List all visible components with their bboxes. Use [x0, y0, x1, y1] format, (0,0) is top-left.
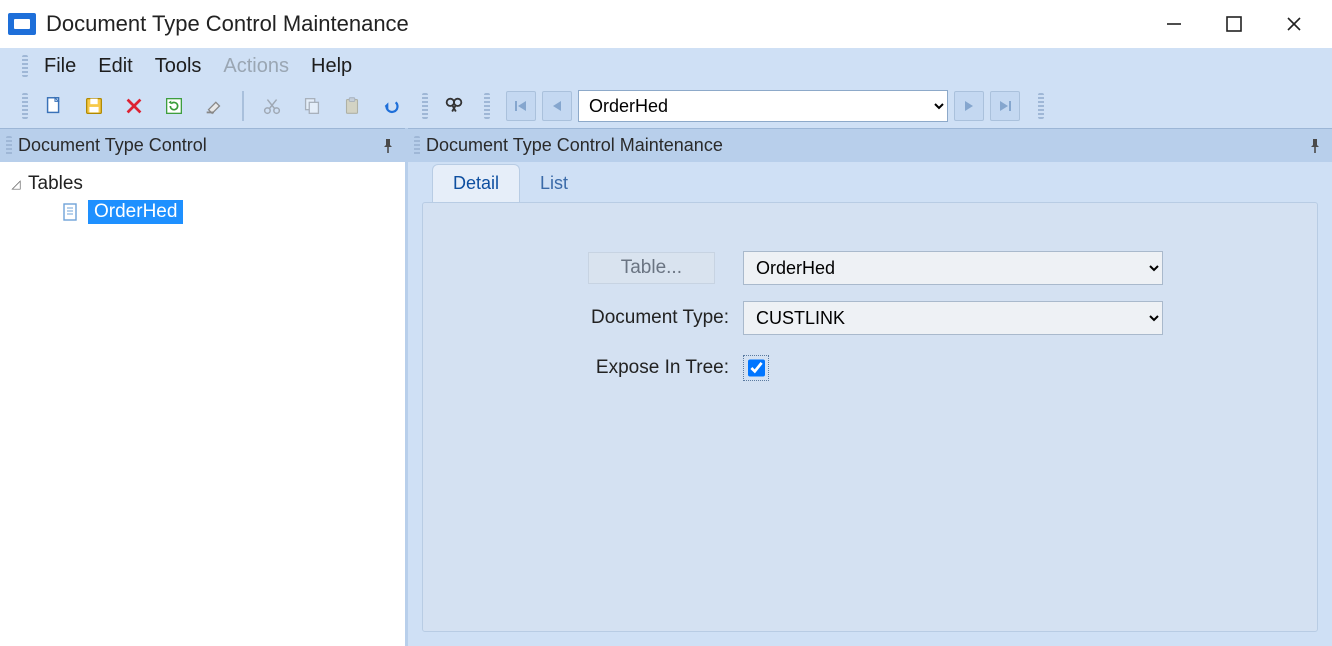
- pin-icon[interactable]: [1306, 137, 1324, 155]
- minimize-button[interactable]: [1144, 4, 1204, 44]
- toolbar-sep-1: [242, 91, 244, 121]
- titlebar: Document Type Control Maintenance: [0, 0, 1332, 48]
- refresh-button[interactable]: [158, 90, 190, 122]
- detail-form: Table... OrderHed Document Type: CUSTLIN…: [422, 202, 1318, 632]
- delete-button[interactable]: [118, 90, 150, 122]
- toolbar-grip-2: [422, 93, 428, 119]
- nav-first-button[interactable]: [506, 91, 536, 121]
- tab-list[interactable]: List: [520, 165, 588, 202]
- expose-in-tree-checkbox[interactable]: [748, 357, 765, 379]
- toolbar-grip-3: [484, 93, 490, 119]
- document-type-label: Document Type:: [453, 307, 743, 329]
- close-button[interactable]: [1264, 4, 1324, 44]
- search-button[interactable]: [438, 90, 470, 122]
- menu-help[interactable]: Help: [309, 53, 354, 80]
- tree-item-label: OrderHed: [88, 200, 183, 224]
- nav-last-button[interactable]: [990, 91, 1020, 121]
- tree-view[interactable]: ◿ Tables OrderHed: [0, 162, 405, 646]
- menu-tools[interactable]: Tools: [153, 53, 204, 80]
- undo-button[interactable]: [376, 90, 408, 122]
- clear-button[interactable]: [198, 90, 230, 122]
- menu-file[interactable]: File: [42, 53, 78, 80]
- menu-edit[interactable]: Edit: [96, 53, 134, 80]
- toolbar: OrderHed: [0, 84, 1332, 128]
- maximize-button[interactable]: [1204, 4, 1264, 44]
- expand-icon[interactable]: ◿: [10, 177, 22, 191]
- right-pane-header: Document Type Control Maintenance: [408, 128, 1332, 162]
- expose-in-tree-wrap: [743, 355, 769, 381]
- toolbar-grip-4: [1038, 93, 1044, 119]
- nav-prev-button[interactable]: [542, 91, 572, 121]
- document-type-select[interactable]: CUSTLINK: [743, 301, 1163, 335]
- nav-next-button[interactable]: [954, 91, 984, 121]
- cut-button[interactable]: [256, 90, 288, 122]
- tree-root[interactable]: ◿ Tables: [10, 170, 395, 198]
- left-pane: Document Type Control ◿ Tables OrderHed: [0, 128, 408, 646]
- nav-record-select[interactable]: OrderHed: [578, 90, 948, 122]
- menu-actions[interactable]: Actions: [221, 53, 291, 80]
- new-button[interactable]: [38, 90, 70, 122]
- toolbar-grip: [22, 93, 28, 119]
- pane-grip-icon: [414, 136, 420, 156]
- tabstrip: Detail List: [422, 162, 1318, 202]
- pane-grip-icon: [6, 136, 12, 156]
- table-lookup-button[interactable]: Table...: [588, 252, 715, 284]
- tree-item-orderhed[interactable]: OrderHed: [10, 198, 395, 226]
- paste-button[interactable]: [336, 90, 368, 122]
- left-pane-title: Document Type Control: [18, 135, 207, 156]
- right-pane-title: Document Type Control Maintenance: [426, 135, 723, 156]
- menubar-grip: [22, 55, 28, 77]
- window-title: Document Type Control Maintenance: [46, 11, 409, 37]
- save-button[interactable]: [78, 90, 110, 122]
- pin-icon[interactable]: [379, 137, 397, 155]
- table-select[interactable]: OrderHed: [743, 251, 1163, 285]
- left-pane-header: Document Type Control: [0, 128, 405, 162]
- document-icon: [60, 201, 82, 223]
- app-icon: [8, 13, 36, 35]
- tab-detail[interactable]: Detail: [432, 164, 520, 202]
- menubar: File Edit Tools Actions Help: [0, 48, 1332, 84]
- expose-in-tree-label: Expose In Tree:: [453, 357, 743, 379]
- copy-button[interactable]: [296, 90, 328, 122]
- record-navigator: OrderHed: [506, 90, 1020, 122]
- right-pane: Document Type Control Maintenance Detail…: [408, 128, 1332, 646]
- tree-root-label: Tables: [28, 173, 83, 195]
